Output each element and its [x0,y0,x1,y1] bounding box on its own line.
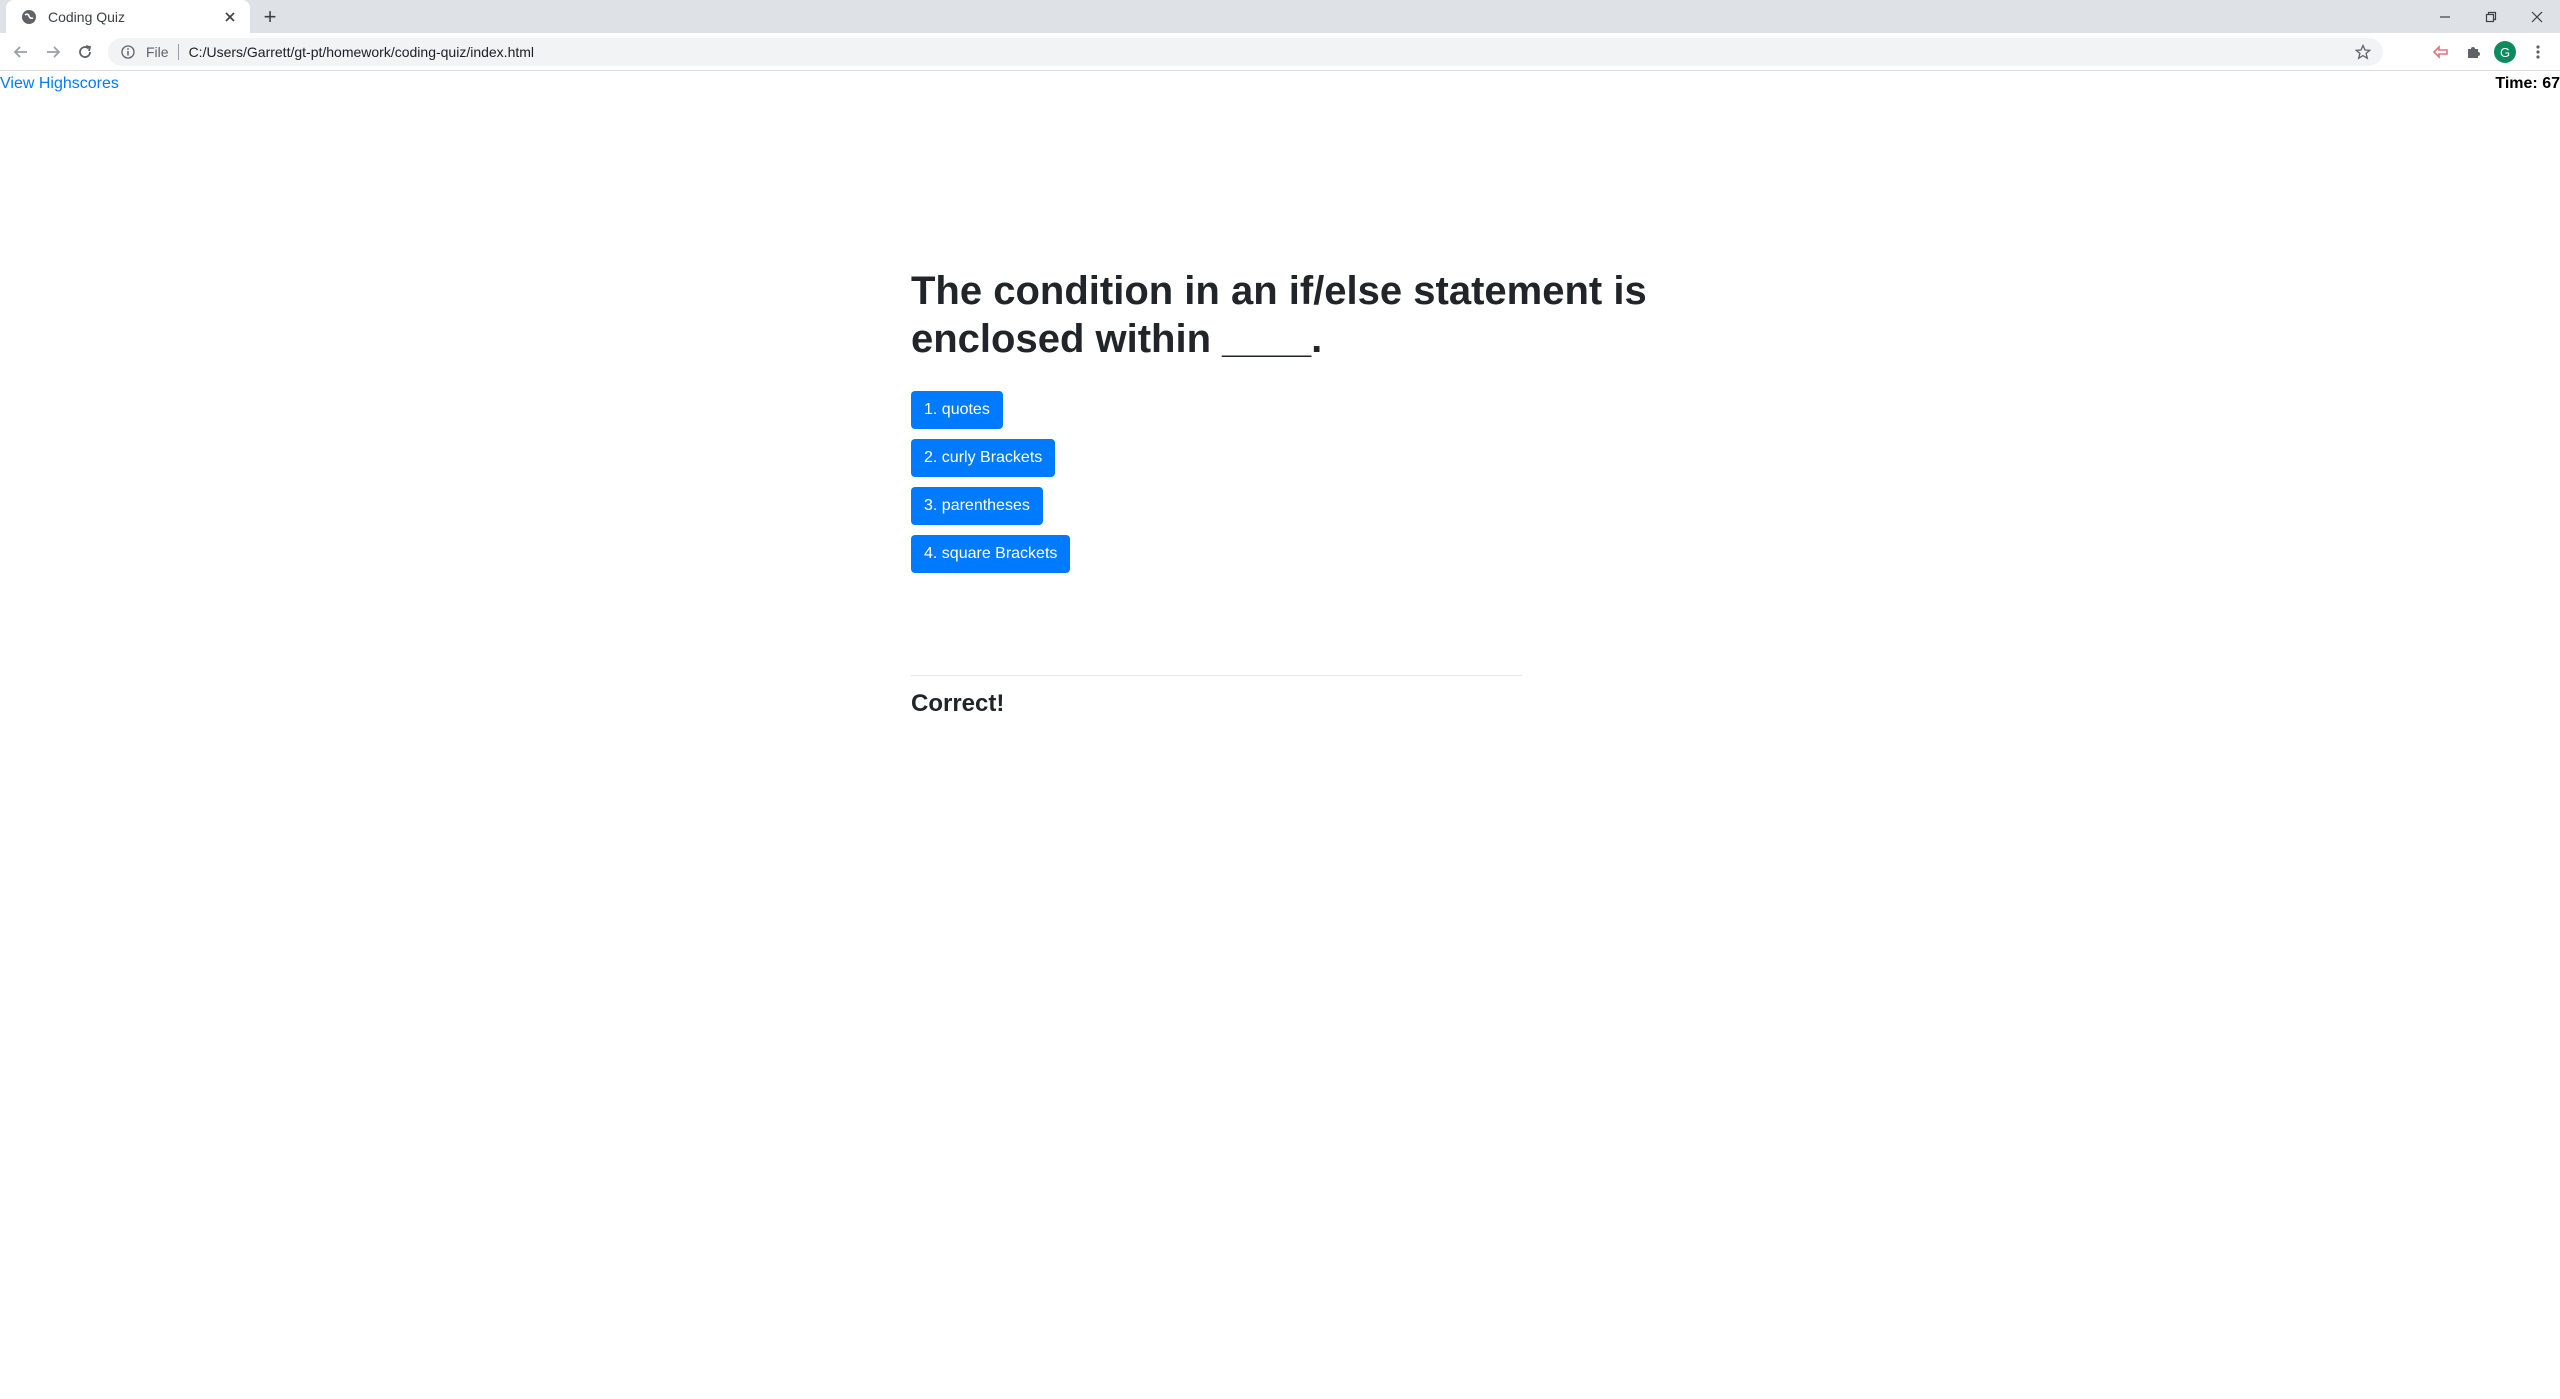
browser-toolbar: File C:/Users/Garrett/gt-pt/homework/cod… [0,33,2560,71]
browser-tab[interactable]: Coding Quiz [6,0,250,33]
choice-button-4[interactable]: 4. square Brackets [911,535,1071,573]
menu-icon[interactable] [2526,40,2550,64]
tab-title: Coding Quiz [48,8,126,25]
forward-icon[interactable] [40,39,66,65]
star-icon[interactable] [2353,42,2373,62]
restore-icon[interactable] [2468,0,2514,33]
question-title: The condition in an if/else statement is… [911,269,1647,361]
view-highscores-link[interactable]: View Highscores [0,72,119,96]
timer: Time: 67 [2495,75,2560,92]
address-bar[interactable]: File C:/Users/Garrett/gt-pt/homework/cod… [108,38,2383,66]
extension-icon[interactable] [2429,40,2453,64]
omnibox-divider [177,44,179,60]
puzzle-icon[interactable] [2461,40,2485,64]
info-icon[interactable] [120,44,136,60]
minimize-icon[interactable] [2422,0,2468,33]
result-divider [911,675,1522,676]
close-icon[interactable] [220,7,240,27]
result-message: Correct! [911,690,1005,717]
avatar[interactable]: G [2494,41,2516,63]
new-tab-button[interactable]: + [258,4,282,29]
reload-icon[interactable] [72,39,98,65]
choices-list: 1. quotes 2. curly Brackets 3. parenthes… [911,391,1651,573]
back-icon[interactable] [8,39,34,65]
quiz-container: The condition in an if/else statement is… [911,267,1651,583]
choice-button-3[interactable]: 3. parentheses [911,487,1043,525]
window-close-icon[interactable] [2514,0,2560,33]
file-label: File [146,44,169,60]
choice-button-2[interactable]: 2. curly Brackets [911,439,1056,477]
window-controls [2422,0,2560,33]
url-text[interactable]: C:/Users/Garrett/gt-pt/homework/coding-q… [189,44,534,60]
page-content: View Highscores Time: 67 The condition i… [0,71,2560,1399]
globe-icon [20,8,38,26]
browser-tabstrip: Coding Quiz + [0,0,2560,33]
choice-button-1[interactable]: 1. quotes [911,391,1003,429]
